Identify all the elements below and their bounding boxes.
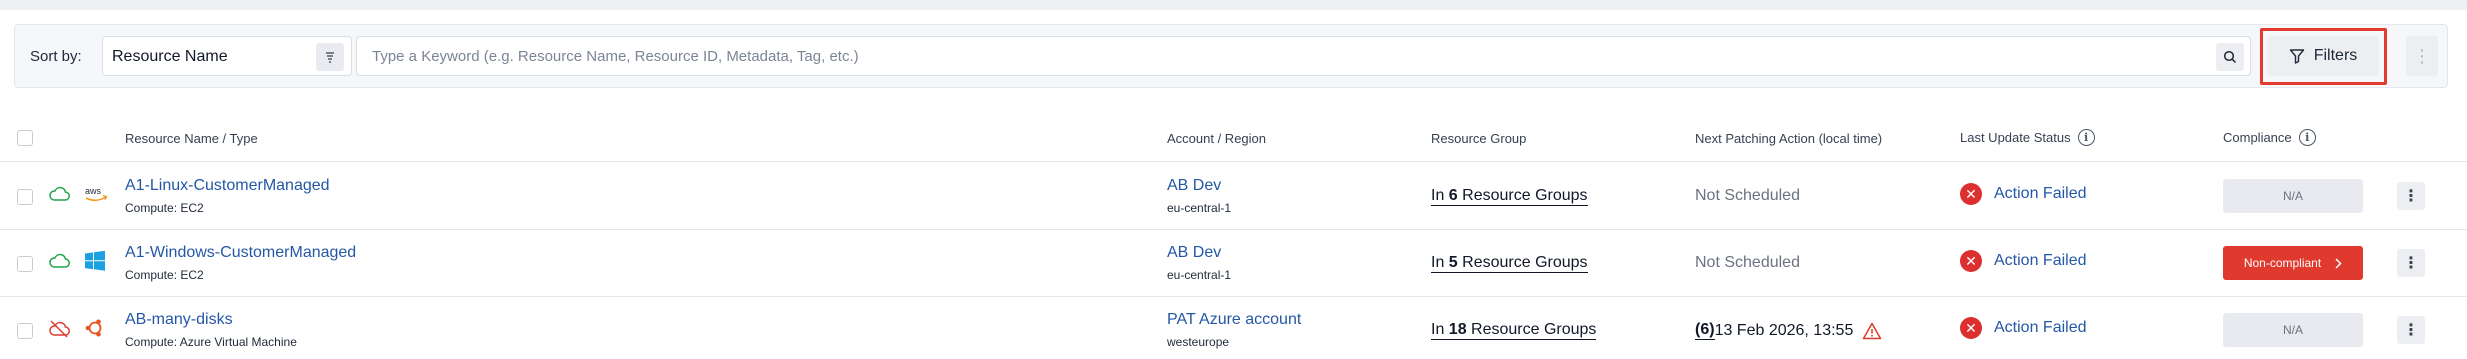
resource-groups-link[interactable]: In 6 Resource Groups <box>1431 187 1588 206</box>
header-group[interactable]: Resource Group <box>1431 131 1526 146</box>
filters-highlight-box <box>2260 28 2387 85</box>
compliance-label: Non-compliant <box>2243 256 2322 270</box>
svg-text:aws: aws <box>85 186 102 196</box>
search-box <box>356 36 2251 76</box>
status-action-failed[interactable]: ✕ Action Failed <box>1960 317 2087 339</box>
resource-name-link[interactable]: A1-Linux-CustomerManaged <box>125 177 330 195</box>
info-icon[interactable]: i <box>2298 129 2316 146</box>
cloud-off-icon <box>49 320 70 338</box>
toolbar-more-button[interactable]: ⋮ <box>2406 36 2438 76</box>
compliance-badge: N/A <box>2223 313 2363 347</box>
resource-type: Compute: EC2 <box>125 268 204 282</box>
table-row[interactable]: AB-many-disks Compute: Azure Virtual Mac… <box>0 297 2467 359</box>
sort-select[interactable]: Resource Name <box>102 36 352 76</box>
header-resource[interactable]: Resource Name / Type <box>125 131 258 146</box>
patching-date: 13 Feb 2026, 13:55 <box>1714 321 1854 339</box>
sort-label: Sort by: <box>30 48 82 65</box>
header-compliance[interactable]: Compliance i <box>2223 129 2316 146</box>
cloud-icon <box>49 253 70 268</box>
header-status[interactable]: Last Update Status i <box>1960 129 2095 146</box>
region: eu-central-1 <box>1167 201 1232 215</box>
error-icon: ✕ <box>1960 250 1982 272</box>
status-label: Action Failed <box>1994 319 2087 336</box>
info-icon[interactable]: i <box>2077 129 2095 146</box>
select-all-checkbox[interactable] <box>17 130 33 146</box>
account-link[interactable]: AB Dev <box>1167 177 1221 195</box>
region: westeurope <box>1167 335 1230 349</box>
search-input[interactable] <box>357 37 2207 75</box>
header-patching[interactable]: Next Patching Action (local time) <box>1695 131 1882 146</box>
error-icon: ✕ <box>1960 183 1982 205</box>
search-button[interactable] <box>2216 43 2244 71</box>
cloud-icon <box>49 186 70 201</box>
aws-icon: aws <box>85 186 108 202</box>
status-label: Action Failed <box>1994 252 2087 269</box>
sort-lines-icon <box>326 52 334 63</box>
account-link[interactable]: AB Dev <box>1167 244 1221 262</box>
table-row[interactable]: A1-Windows-CustomerManaged Compute: EC2 … <box>0 230 2467 297</box>
row-checkbox[interactable] <box>17 323 33 339</box>
warning-icon <box>1863 322 1882 339</box>
row-checkbox[interactable] <box>17 256 33 272</box>
toolbar: Sort by: Resource Name Filters <box>14 24 2448 88</box>
table-header: Resource Name / Type Account / Region Re… <box>0 114 2467 162</box>
windows-icon <box>85 250 105 271</box>
status-action-failed[interactable]: ✕ Action Failed <box>1960 250 2087 272</box>
row-more-button[interactable]: ⋮ <box>2397 316 2425 344</box>
row-more-button[interactable]: ⋮ <box>2397 249 2425 277</box>
compliance-badge: N/A <box>2223 179 2363 213</box>
ubuntu-icon <box>85 319 102 337</box>
compliance-badge[interactable]: Non-compliant <box>2223 246 2363 280</box>
resource-name-link[interactable]: A1-Windows-CustomerManaged <box>125 244 356 262</box>
resource-groups-link[interactable]: In 18 Resource Groups <box>1431 321 1597 340</box>
next-patching: (6) 13 Feb 2026, 13:55 <box>1695 321 1882 340</box>
next-patching: Not Scheduled <box>1695 254 1800 271</box>
status-label: Action Failed <box>1994 185 2087 202</box>
next-patching: Not Scheduled <box>1695 187 1800 204</box>
chevron-right-icon <box>2335 257 2342 269</box>
resource-type: Compute: Azure Virtual Machine <box>125 335 297 349</box>
resource-type: Compute: EC2 <box>125 201 204 215</box>
account-link[interactable]: PAT Azure account <box>1167 311 1301 329</box>
patching-count-link[interactable]: (6) <box>1695 321 1715 340</box>
error-icon: ✕ <box>1960 317 1982 339</box>
table-row[interactable]: aws A1-Linux-CustomerManaged Compute: EC… <box>0 163 2467 230</box>
status-action-failed[interactable]: ✕ Action Failed <box>1960 183 2087 205</box>
header-account[interactable]: Account / Region <box>1167 131 1266 146</box>
sort-value: Resource Name <box>112 48 228 65</box>
row-checkbox[interactable] <box>17 189 33 205</box>
resource-groups-link[interactable]: In 5 Resource Groups <box>1431 254 1588 273</box>
region: eu-central-1 <box>1167 268 1232 282</box>
resources-panel: Sort by: Resource Name Filters <box>0 10 2467 359</box>
sort-order-button[interactable] <box>316 43 344 71</box>
search-icon <box>2223 50 2237 64</box>
row-more-button[interactable]: ⋮ <box>2397 182 2425 210</box>
resource-name-link[interactable]: AB-many-disks <box>125 311 233 329</box>
